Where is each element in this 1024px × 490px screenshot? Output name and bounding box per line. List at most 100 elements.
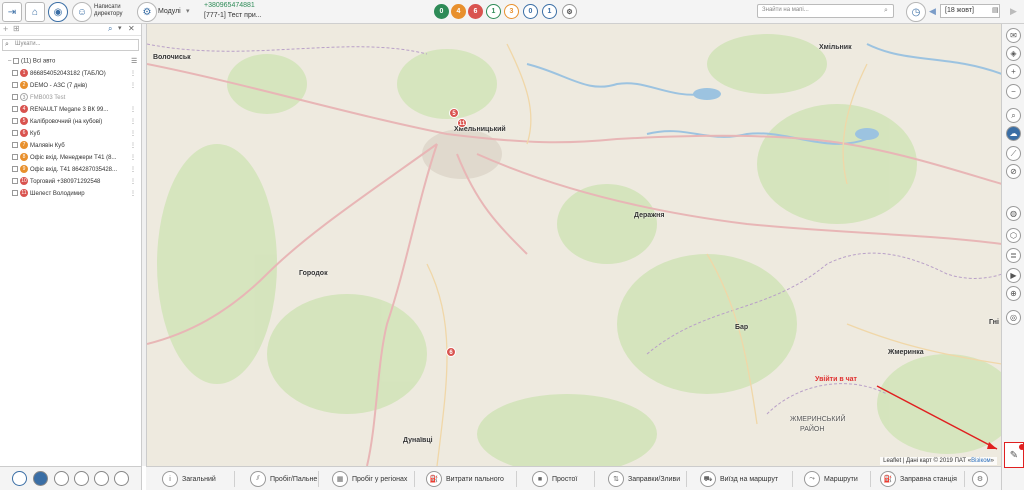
vehicle-search-input[interactable]: ⌕ Шукати...	[2, 39, 139, 51]
status-badge-offline[interactable]: 1	[542, 4, 557, 19]
list-item[interactable]: 8 Офіс вхід. Менеджери Т41 (8... ⋮	[12, 153, 138, 163]
list-item[interactable]: 4 RENAULT Megane 3 ВК 99... ⋮	[12, 105, 138, 115]
report-settings-button[interactable]: ⚙	[972, 470, 988, 488]
ruler-icon[interactable]: ⟋	[1006, 146, 1021, 161]
logout-icon[interactable]: ⇥	[2, 2, 22, 22]
vehicle-marker[interactable]: 6	[446, 347, 456, 357]
layers-icon[interactable]: ≣	[1006, 248, 1021, 263]
road-icon: ⫽	[250, 471, 266, 487]
root-checkbox[interactable]	[13, 58, 20, 64]
map-search-input[interactable]: Знайти на мапі...	[757, 4, 894, 18]
chat-icon: ✎	[1009, 449, 1019, 461]
list-item[interactable]: 10 Торговий +380971292548 ⋮	[12, 177, 138, 187]
find-icon[interactable]: ⌕	[108, 25, 112, 33]
gear-icon: ⚙	[972, 471, 988, 487]
tab-refuel-drain[interactable]: ⇅ Заправки/Зливи	[608, 470, 680, 488]
close-icon[interactable]: ✕	[128, 25, 135, 33]
object-label[interactable]: [777-1] Тест при...	[204, 12, 262, 20]
mail-icon[interactable]: ✉	[1006, 28, 1021, 43]
flag-icon[interactable]	[114, 471, 129, 486]
top-toolbar: ⇥ ⌂ ◉ ☺ Написати директору ⚙ Модулі ▾ +3…	[0, 0, 1024, 24]
sidebar-bottom-toolbar	[0, 466, 142, 490]
modules-label[interactable]: Модулі	[158, 8, 181, 16]
city-label: Деражня	[634, 212, 665, 219]
director-avatar-icon[interactable]: ☺	[72, 2, 92, 22]
search-map-icon[interactable]: ⌕	[1006, 108, 1021, 123]
tab-mileage-fuel[interactable]: ⫽ Пробіг/Пальне	[250, 470, 317, 488]
list-item[interactable]: 11 Шелест Володимир ⋮	[12, 189, 138, 199]
city-label: Бар	[735, 324, 749, 331]
route-icon[interactable]	[54, 471, 69, 486]
modules-dropdown-icon[interactable]: ▾	[186, 8, 190, 16]
write-director-link[interactable]: Написати директору	[94, 4, 128, 18]
status-badge-green[interactable]: 0	[434, 4, 449, 19]
date-field[interactable]: [18 жовт]	[940, 4, 1000, 18]
tree-root-all-vehicles[interactable]: – (11) Всі авто	[8, 58, 55, 65]
add-icon[interactable]: +	[3, 25, 8, 34]
tab-idle[interactable]: ■ Простої	[532, 470, 577, 488]
status-badge-moving[interactable]: 1	[486, 4, 501, 19]
clock-icon[interactable]: ◷	[906, 2, 926, 22]
company-logo-icon[interactable]: ◉	[48, 2, 68, 22]
map-view[interactable]: Волочиськ Хмельницький Хмільник Деражня …	[146, 24, 1001, 466]
chat-button[interactable]: ✎	[1004, 442, 1024, 468]
grid-icon[interactable]: ⊞	[13, 25, 20, 33]
attribution-link[interactable]: Візіком	[971, 458, 991, 464]
next-date-arrow-icon[interactable]: ▶	[1010, 7, 1017, 16]
prev-date-arrow-icon[interactable]: ◀	[929, 7, 936, 16]
truck-icon[interactable]	[94, 471, 109, 486]
city-label: Дунаївці	[403, 437, 433, 444]
status-badge-red[interactable]: 6	[468, 4, 483, 19]
refuel-icon: ⇅	[608, 471, 624, 487]
list-item[interactable]: 7 Малявін Куб ⋮	[12, 141, 138, 151]
vehicle-marker[interactable]: 11	[457, 118, 467, 128]
geofence-icon[interactable]: ⬡	[1006, 228, 1021, 243]
tab-routes[interactable]: ⤳ Маршрути	[804, 470, 858, 488]
list-item[interactable]: 6 Куб ⋮	[12, 129, 138, 139]
cloud-icon[interactable]: ☁	[1006, 126, 1021, 141]
chat-notification-dot	[1019, 444, 1024, 450]
zoom-in-icon[interactable]: +	[1006, 64, 1021, 79]
status-badge-idle[interactable]: 0	[523, 4, 538, 19]
globe-icon[interactable]: ◍	[1006, 206, 1021, 221]
list-item[interactable]: 3 FMB003 Test	[12, 93, 138, 103]
vehicle-icon[interactable]: ◈	[1006, 46, 1021, 61]
list-item[interactable]: 9 Офіс вхід. Т41 864287035428... ⋮	[12, 165, 138, 175]
list-item[interactable]: 5 Калібровочний (на кубові) ⋮	[12, 117, 138, 127]
settings-gear-icon[interactable]: ⚙	[562, 4, 577, 19]
map-attribution: Leaflet | Дані карт © 2019 ПАТ «Візіком»	[880, 457, 997, 465]
stop-icon: ■	[532, 471, 548, 487]
tab-route-departure[interactable]: ⛟ Виїзд на маршрут	[700, 470, 778, 488]
calendar-icon[interactable]: ▤	[992, 7, 999, 15]
city-label: Городок	[299, 270, 328, 277]
home-icon[interactable]: ⌂	[25, 2, 45, 22]
fuel-icon[interactable]	[74, 471, 89, 486]
truck-icon: ⛟	[700, 471, 716, 487]
status-badge-orange[interactable]: 4	[451, 4, 466, 19]
vehicle-marker[interactable]: 5	[449, 108, 459, 118]
fuel-icon: ⛽	[426, 471, 442, 487]
traffic-icon[interactable]: ◎	[1006, 310, 1021, 325]
search-icon[interactable]: ⌕	[884, 7, 888, 15]
point-icon[interactable]: ⊕	[1006, 286, 1021, 301]
zoom-out-icon[interactable]: −	[1006, 84, 1021, 99]
list-item[interactable]: 1 866854052043182 (ТАБЛО) ⋮	[12, 69, 138, 79]
location-pin-icon[interactable]	[12, 471, 27, 486]
tab-general[interactable]: i Загальний	[162, 470, 216, 488]
sidebar-toolbar: + ⊞ ⌕ ▾ ✕	[0, 24, 141, 36]
tab-fuel-consumption[interactable]: ⛽ Витрати пального	[426, 470, 504, 488]
list-menu-icon[interactable]: ☰	[131, 58, 137, 66]
tab-gas-station[interactable]: ⛽ Заправна станція	[880, 470, 957, 488]
no-entry-icon[interactable]: ⊘	[1006, 164, 1021, 179]
modules-icon[interactable]: ⚙	[137, 2, 157, 22]
filter-icon[interactable]: ▾	[118, 25, 122, 33]
map-background	[147, 34, 1001, 466]
map-tools-bar: ✉ ◈ + − ⌕ ☁ ⟋ ⊘ ◍ ⬡ ≣ ▶ ⊕ ◎ ✎	[1001, 24, 1024, 490]
list-item[interactable]: 2 DEMO - АЗС (7 днів) ⋮	[12, 81, 138, 91]
stop-icon[interactable]	[33, 471, 48, 486]
status-badge-parked[interactable]: 3	[504, 4, 519, 19]
district-label: РАЙОН	[800, 426, 825, 433]
tab-mileage-regions[interactable]: ▦ Пробіг у регіонах	[332, 470, 407, 488]
gas-station-icon: ⛽	[880, 471, 896, 487]
video-icon[interactable]: ▶	[1006, 268, 1021, 283]
